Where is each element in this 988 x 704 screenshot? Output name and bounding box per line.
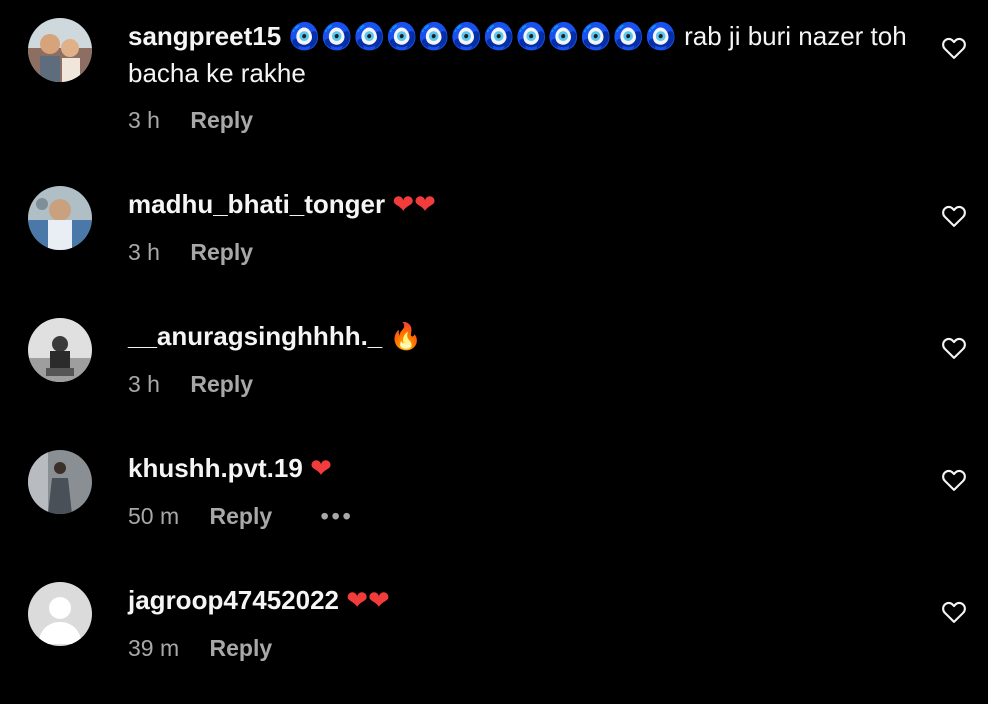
comment-text: khushh.pvt.19 ❤ — [128, 450, 918, 487]
comment-meta: 3 h Reply — [128, 105, 918, 135]
reply-button[interactable]: Reply — [190, 371, 253, 397]
comment-meta: 50 m Reply ••• — [128, 501, 918, 531]
reply-button[interactable]: Reply — [210, 635, 273, 661]
heart-outline-icon[interactable] — [940, 334, 968, 362]
default-avatar[interactable] — [28, 582, 92, 646]
timestamp: 50 m — [128, 503, 180, 529]
nazar-emoji: 🧿🧿🧿🧿🧿🧿🧿🧿🧿🧿🧿🧿 — [288, 22, 677, 52]
avatar[interactable] — [28, 18, 92, 82]
heart-emoji: ❤❤ — [346, 586, 390, 616]
comment-text: jagroop47452022 ❤❤ — [128, 582, 918, 619]
timestamp: 3 h — [128, 107, 160, 133]
heart-emoji: ❤ — [310, 454, 332, 484]
avatar[interactable] — [28, 186, 92, 250]
username-link[interactable]: jagroop47452022 — [128, 585, 339, 615]
username-link[interactable]: sangpreet15 — [128, 21, 281, 51]
comment-text: madhu_bhati_tonger ❤❤ — [128, 186, 918, 223]
username-link[interactable]: khushh.pvt.19 — [128, 453, 303, 483]
comment-text: __anuragsinghhhh._ 🔥 — [128, 318, 918, 355]
comment-meta: 3 h Reply — [128, 369, 918, 399]
comment-text: sangpreet15 🧿🧿🧿🧿🧿🧿🧿🧿🧿🧿🧿🧿 rab ji buri naz… — [128, 18, 918, 91]
heart-outline-icon[interactable] — [940, 466, 968, 494]
heart-outline-icon[interactable] — [940, 202, 968, 230]
more-options-icon[interactable]: ••• — [321, 503, 354, 529]
username-link[interactable]: __anuragsinghhhh._ — [128, 321, 382, 351]
timestamp: 39 m — [128, 635, 180, 661]
fire-emoji: 🔥 — [389, 322, 422, 352]
reply-button[interactable]: Reply — [190, 239, 253, 265]
timestamp: 3 h — [128, 239, 160, 265]
avatar[interactable] — [28, 318, 92, 382]
reply-button[interactable]: Reply — [210, 503, 273, 529]
comment-meta: 3 h Reply — [128, 237, 918, 267]
timestamp: 3 h — [128, 371, 160, 397]
reply-button[interactable]: Reply — [190, 107, 253, 133]
avatar[interactable] — [28, 450, 92, 514]
heart-outline-icon[interactable] — [940, 34, 968, 62]
comment-meta: 39 m Reply — [128, 633, 918, 663]
username-link[interactable]: madhu_bhati_tonger — [128, 189, 385, 219]
heart-emoji: ❤❤ — [392, 190, 436, 220]
heart-outline-icon[interactable] — [940, 598, 968, 626]
